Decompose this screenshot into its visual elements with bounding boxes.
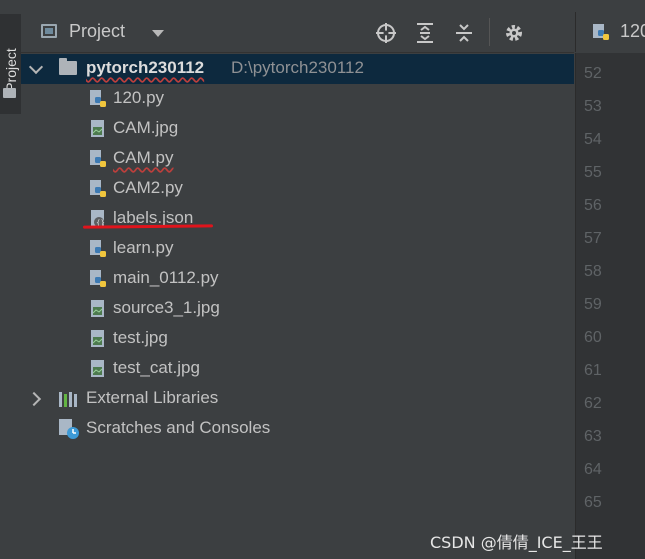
project-view-icon <box>41 24 57 38</box>
project-view-title[interactable]: Project <box>69 21 125 42</box>
tool-window-strip: Project <box>0 0 22 559</box>
watermark-text: CSDN @倩倩_ICE_王王 <box>430 533 603 552</box>
line-number: 60 <box>584 329 602 346</box>
project-header: Project <box>21 12 574 53</box>
file-row[interactable]: source3_1.jpg <box>21 294 574 324</box>
folder-icon <box>3 88 16 98</box>
file-name: CAM.jpg <box>113 118 179 137</box>
python-file-icon <box>90 240 106 257</box>
line-number: 52 <box>584 65 602 82</box>
image-file-icon <box>91 360 104 377</box>
python-file-icon <box>90 150 106 167</box>
file-row[interactable]: learn.py <box>21 234 574 264</box>
python-file-icon <box>90 270 106 287</box>
library-icon <box>59 392 77 407</box>
python-file-icon <box>90 180 106 197</box>
editor-tab-label: 120 <box>620 21 645 41</box>
line-number: 62 <box>584 395 602 412</box>
chevron-down-icon[interactable] <box>152 30 164 37</box>
python-file-icon <box>90 90 106 107</box>
file-name: learn.py <box>113 238 174 257</box>
line-number: 58 <box>584 263 602 280</box>
locate-icon[interactable] <box>375 22 397 44</box>
file-row[interactable]: CAM.py <box>21 144 574 174</box>
project-tree: pytorch230112 D:\pytorch230112 120.py CAM… <box>21 53 574 559</box>
scratches-label: Scratches and Consoles <box>86 418 271 437</box>
chevron-down-icon[interactable] <box>28 59 44 75</box>
file-name: 120.py <box>113 88 165 107</box>
line-number: 61 <box>584 362 602 379</box>
line-number: 56 <box>584 197 602 214</box>
file-name: source3_1.jpg <box>113 298 220 317</box>
image-file-icon <box>91 330 104 347</box>
scratches-row[interactable]: Scratches and Consoles <box>21 414 574 444</box>
file-name: CAM.py <box>113 148 174 167</box>
line-number: 64 <box>584 461 602 478</box>
line-number: 55 <box>584 164 602 181</box>
file-name: CAM2.py <box>113 178 183 197</box>
line-number-gutter: 52 53 54 55 56 57 58 59 60 61 62 63 64 65 <box>575 53 645 559</box>
tree-root-row[interactable]: pytorch230112 D:\pytorch230112 <box>21 54 574 84</box>
file-name: test_cat.jpg <box>113 358 200 377</box>
external-libraries-label: External Libraries <box>86 388 219 407</box>
file-name: main_0112.py <box>113 268 219 287</box>
file-row[interactable]: {} labels.json <box>21 204 574 234</box>
image-file-icon <box>91 120 104 137</box>
line-number: 63 <box>584 428 602 445</box>
file-row[interactable]: 120.py <box>21 84 574 114</box>
editor-tab[interactable]: 120 <box>575 12 645 52</box>
root-folder-path: D:\pytorch230112 <box>231 58 364 77</box>
line-number: 57 <box>584 230 602 247</box>
project-tool-tab-label: Project <box>3 48 19 92</box>
chevron-right-icon[interactable] <box>26 391 42 407</box>
file-row[interactable]: CAM2.py <box>21 174 574 204</box>
expand-all-icon[interactable] <box>414 22 436 44</box>
image-file-icon <box>91 300 104 317</box>
external-libraries-row[interactable]: External Libraries <box>21 384 574 414</box>
file-row[interactable]: test.jpg <box>21 324 574 354</box>
root-folder-name: pytorch230112 <box>86 58 205 77</box>
folder-icon <box>59 58 77 75</box>
python-file-icon <box>593 24 609 40</box>
scratches-icon <box>59 419 79 439</box>
line-number: 53 <box>584 98 602 115</box>
file-row[interactable]: test_cat.jpg <box>21 354 574 384</box>
file-row[interactable]: CAM.jpg <box>21 114 574 144</box>
file-name: test.jpg <box>113 328 168 347</box>
top-bar <box>21 0 645 12</box>
file-row[interactable]: main_0112.py <box>21 264 574 294</box>
settings-icon[interactable] <box>503 22 525 44</box>
project-tool-tab[interactable]: Project <box>0 14 21 114</box>
line-number: 59 <box>584 296 602 313</box>
line-number: 54 <box>584 131 602 148</box>
toolbar-separator <box>489 18 490 46</box>
line-number: 65 <box>584 494 602 511</box>
collapse-all-icon[interactable] <box>453 22 475 44</box>
